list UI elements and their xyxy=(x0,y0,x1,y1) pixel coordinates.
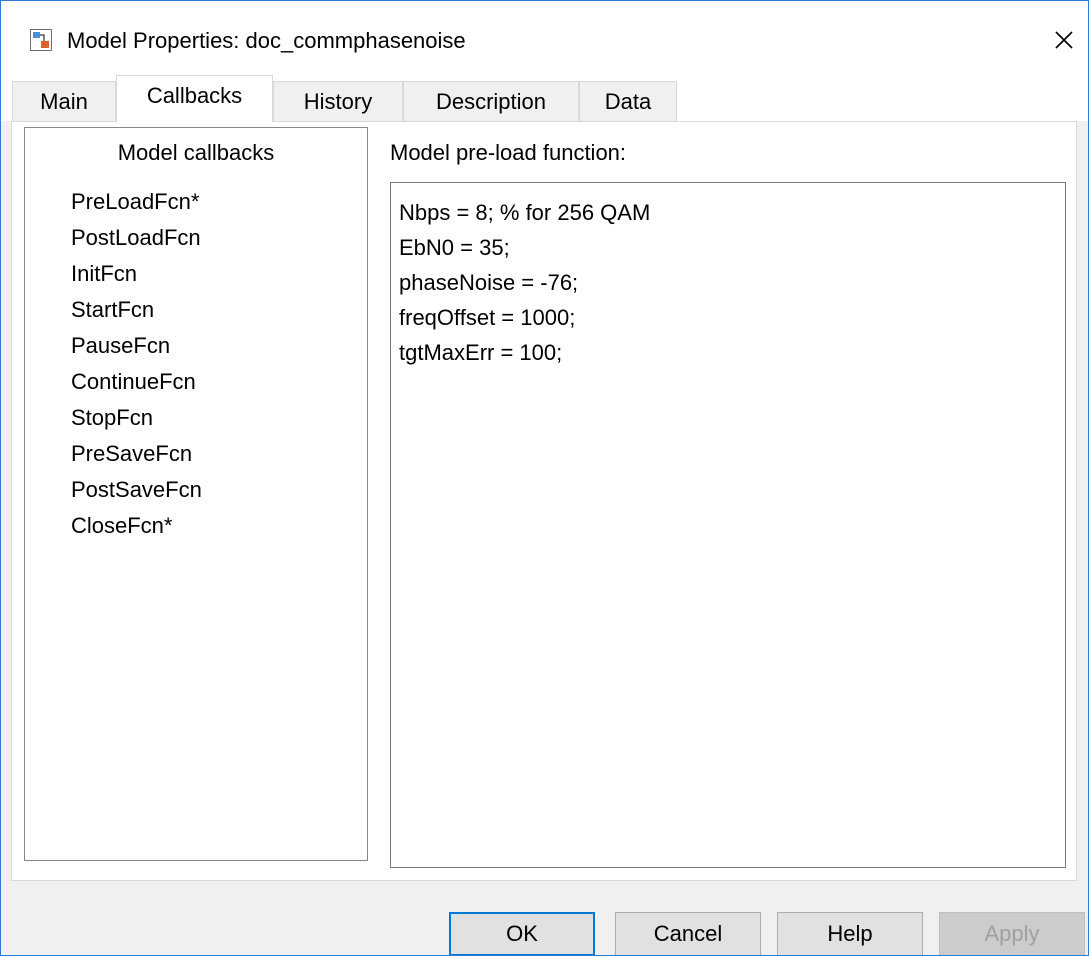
simulink-model-icon xyxy=(30,29,52,51)
list-item-postloadfcn[interactable]: PostLoadFcn xyxy=(71,220,202,256)
tab-history[interactable]: History xyxy=(273,81,403,121)
callbacks-tab-panel: Model callbacks PreLoadFcn* PostLoadFcn … xyxy=(11,121,1077,881)
cancel-button[interactable]: Cancel xyxy=(615,912,761,955)
tab-description[interactable]: Description xyxy=(403,81,579,121)
list-item-postsavefcn[interactable]: PostSaveFcn xyxy=(71,472,202,508)
close-button[interactable] xyxy=(1041,17,1087,63)
preload-function-editor[interactable]: Nbps = 8; % for 256 QAM EbN0 = 35; phase… xyxy=(390,182,1066,868)
model-callbacks-list[interactable]: Model callbacks PreLoadFcn* PostLoadFcn … xyxy=(24,127,368,861)
model-properties-dialog: Model Properties: doc_commphasenoise Mai… xyxy=(0,0,1089,956)
code-line: tgtMaxErr = 100; xyxy=(399,340,563,365)
window-title: Model Properties: doc_commphasenoise xyxy=(67,28,466,53)
editor-label: Model pre-load function: xyxy=(390,140,627,165)
callback-items: PreLoadFcn* PostLoadFcn InitFcn StartFcn… xyxy=(71,184,202,544)
tab-callbacks[interactable]: Callbacks xyxy=(116,75,273,122)
list-item-startfcn[interactable]: StartFcn xyxy=(71,292,202,328)
tab-main[interactable]: Main xyxy=(12,81,116,121)
close-icon xyxy=(1055,31,1073,49)
code-line: Nbps = 8; % for 256 QAM xyxy=(399,200,651,225)
apply-button[interactable]: Apply xyxy=(939,912,1085,955)
ok-button[interactable]: OK xyxy=(449,912,595,955)
list-item-pausefcn[interactable]: PauseFcn xyxy=(71,328,202,364)
tab-strip: Main Callbacks History Description Data xyxy=(1,75,1088,122)
list-header: Model callbacks xyxy=(117,140,275,165)
list-item-preloadfcn[interactable]: PreLoadFcn* xyxy=(71,184,202,220)
code-line: freqOffset = 1000; xyxy=(399,305,576,330)
list-item-continuefcn[interactable]: ContinueFcn xyxy=(71,364,202,400)
code-line: EbN0 = 35; xyxy=(399,235,510,260)
list-item-initfcn[interactable]: InitFcn xyxy=(71,256,202,292)
help-button[interactable]: Help xyxy=(777,912,923,955)
code-line: phaseNoise = -76; xyxy=(399,270,579,295)
tab-data[interactable]: Data xyxy=(579,81,677,121)
list-item-presavefcn[interactable]: PreSaveFcn xyxy=(71,436,202,472)
list-item-closefcn[interactable]: CloseFcn* xyxy=(71,508,202,544)
list-item-stopfcn[interactable]: StopFcn xyxy=(71,400,202,436)
title-bar: Model Properties: doc_commphasenoise xyxy=(1,1,1088,81)
